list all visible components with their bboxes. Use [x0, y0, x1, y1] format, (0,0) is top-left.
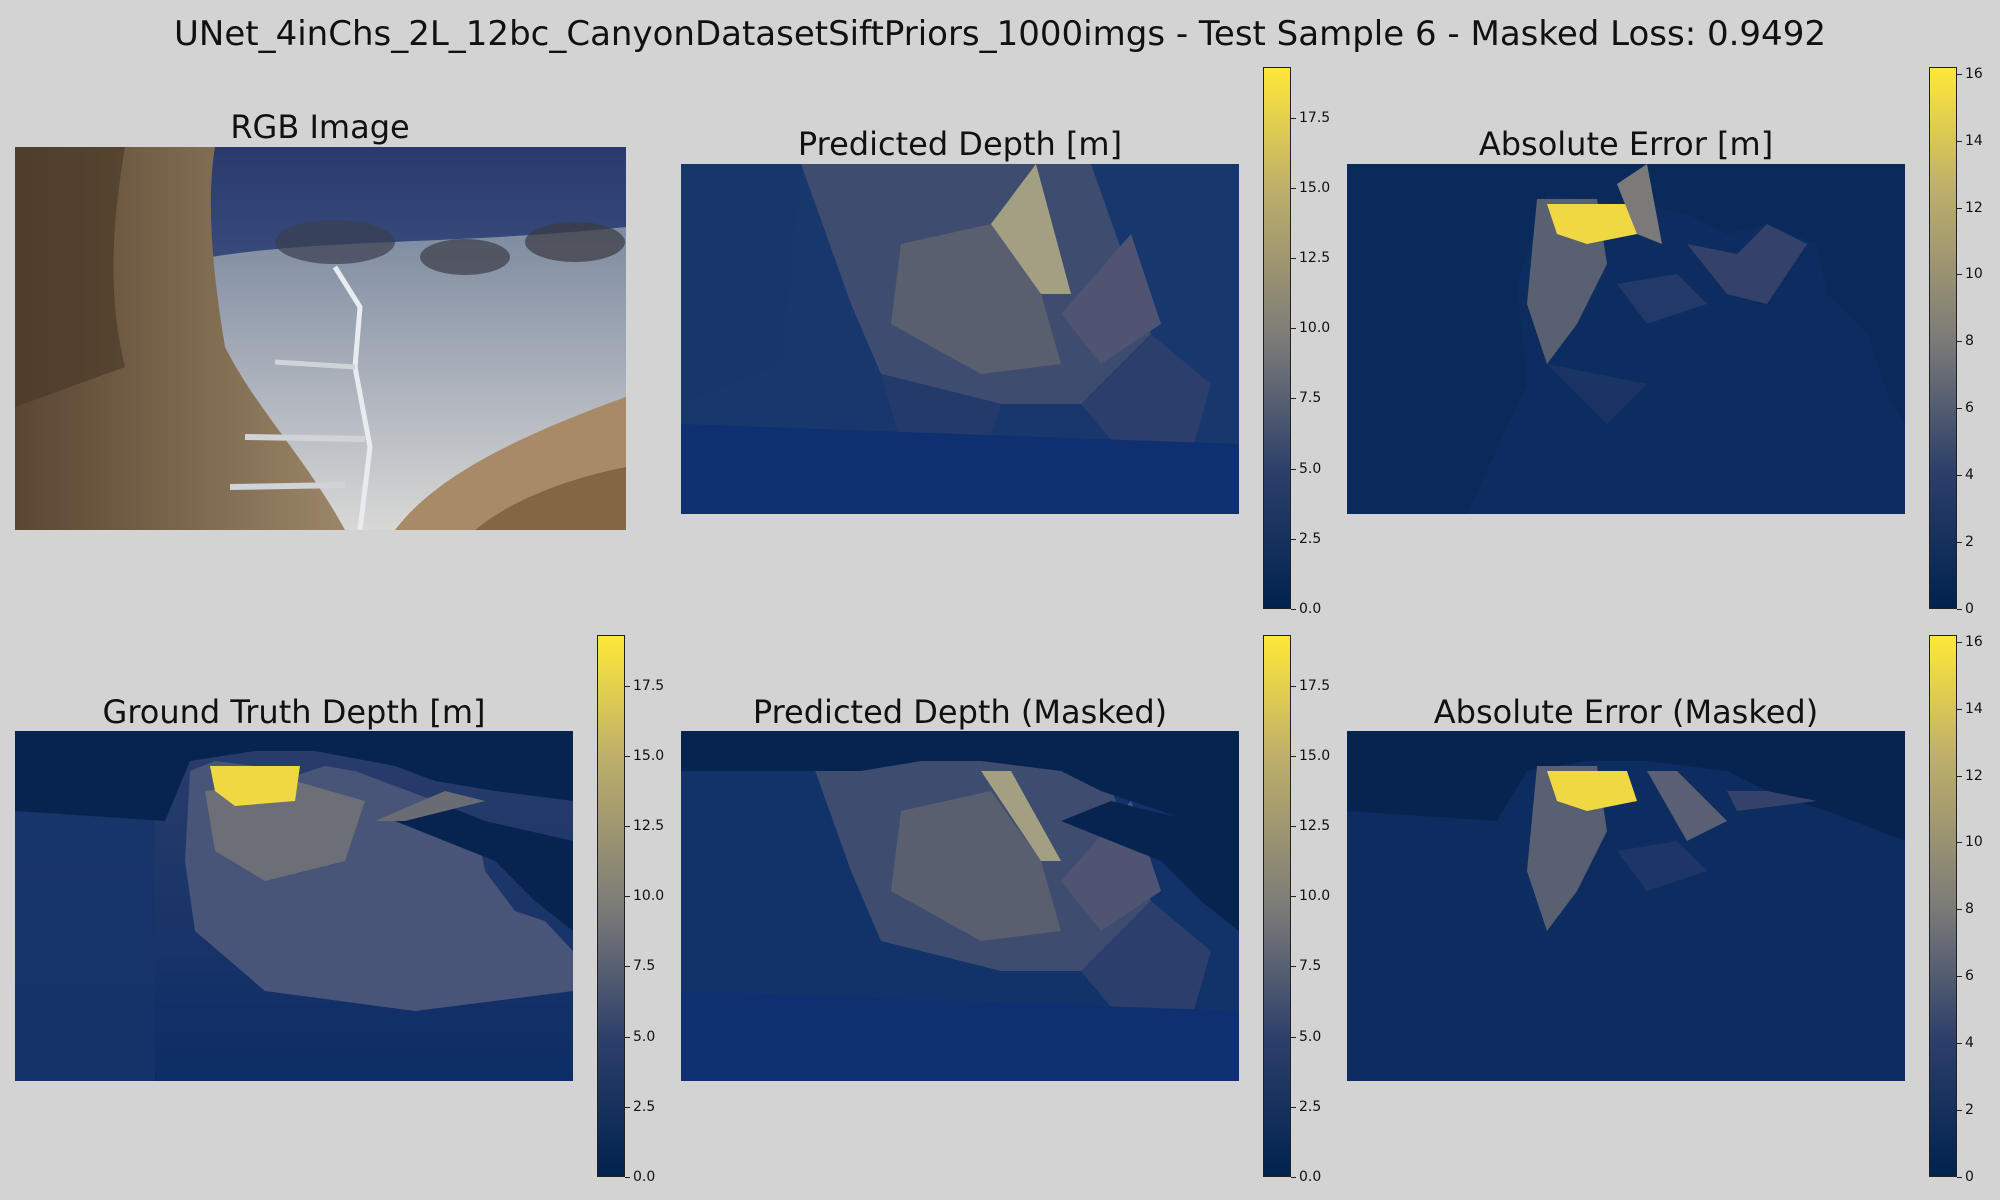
colorbar-tick-label: 14	[1957, 700, 1983, 717]
colorbar-tick-label: 0.0	[624, 1169, 656, 1185]
pred-masked-map	[681, 731, 1239, 1081]
colorbar-tick-label: 17.5	[1290, 109, 1331, 126]
colorbar-tick-label: 0	[1957, 601, 1974, 617]
abs-err-masked-map	[1347, 731, 1905, 1081]
colorbar-tick-label: 4	[1957, 1035, 1974, 1052]
colorbar-tick-label: 6	[1957, 400, 1974, 417]
colorbar-tick-label: 5.0	[624, 1028, 656, 1045]
colorbar-tick-label: 0	[1957, 1169, 1974, 1185]
gt-colorbar	[597, 635, 625, 1177]
rgb-image	[15, 147, 626, 530]
colorbar-tick-label: 10.0	[1290, 888, 1331, 905]
colorbar-tick-label: 16	[1957, 65, 1983, 82]
colorbar-tick-label: 5.0	[1290, 460, 1322, 477]
colorbar-tick-label: 4	[1957, 467, 1974, 484]
colorbar-tick-label: 15.0	[624, 747, 665, 764]
pred-masked-colorbar	[1263, 635, 1291, 1177]
colorbar-tick-label: 2.5	[1290, 1098, 1322, 1115]
colorbar-tick-label: 0.0	[1290, 1169, 1322, 1185]
colorbar-tick-label: 5.0	[1290, 1028, 1322, 1045]
colorbar-tick-label: 10	[1957, 266, 1983, 283]
colorbar-tick-label: 2	[1957, 1102, 1974, 1119]
colorbar-tick-label: 2.5	[1290, 530, 1322, 547]
colorbar-tick-label: 10.0	[1290, 320, 1331, 337]
pred-depth-map	[681, 164, 1239, 514]
pred-masked-panel-title: Predicted Depth (Masked)	[752, 693, 1168, 731]
colorbar-tick-label: 15.0	[1290, 747, 1331, 764]
colorbar-tick-label: 7.5	[624, 958, 656, 975]
abs-err-masked-colorbar-ticks: 0 2 4 6 8 10 12 14 16	[1957, 633, 2000, 1185]
abs-err-colorbar	[1929, 67, 1957, 609]
colorbar-tick-label: 8	[1957, 901, 1974, 918]
colorbar-tick-label: 16	[1957, 633, 1983, 650]
abs-err-panel-title: Absolute Error [m]	[1478, 125, 1774, 163]
colorbar-tick-label: 2.5	[624, 1098, 656, 1115]
colorbar-tick-label: 7.5	[1290, 390, 1322, 407]
pred-colorbar	[1263, 67, 1291, 609]
abs-err-masked-panel-title: Absolute Error (Masked)	[1433, 693, 1819, 731]
colorbar-tick-label: 17.5	[624, 677, 665, 694]
pred-panel-title: Predicted Depth [m]	[797, 125, 1123, 163]
rgb-panel-title: RGB Image	[230, 108, 410, 146]
colorbar-tick-label: 17.5	[1290, 677, 1331, 694]
colorbar-tick-label: 12	[1957, 767, 1983, 784]
colorbar-tick-label: 2	[1957, 534, 1974, 551]
colorbar-tick-label: 15.0	[1290, 179, 1331, 196]
abs-err-masked-colorbar	[1929, 635, 1957, 1177]
colorbar-tick-label: 7.5	[1290, 958, 1322, 975]
colorbar-tick-label: 0.0	[1290, 601, 1322, 617]
colorbar-tick-label: 12.5	[1290, 817, 1331, 834]
abs-err-colorbar-ticks: 0 2 4 6 8 10 12 14 16	[1957, 65, 2000, 617]
colorbar-tick-label: 10	[1957, 834, 1983, 851]
colorbar-tick-label: 12.5	[1290, 249, 1331, 266]
colorbar-tick-label: 8	[1957, 333, 1974, 350]
colorbar-tick-label: 12	[1957, 199, 1983, 216]
colorbar-tick-label: 12.5	[624, 817, 665, 834]
colorbar-tick-label: 14	[1957, 132, 1983, 149]
colorbar-tick-label: 6	[1957, 968, 1974, 985]
gt-panel-title: Ground Truth Depth [m]	[102, 693, 486, 731]
colorbar-tick-label: 10.0	[624, 888, 665, 905]
figure-title: UNet_4inChs_2L_12bc_CanyonDatasetSiftPri…	[174, 14, 1826, 54]
abs-err-map	[1347, 164, 1905, 514]
gt-depth-map	[15, 731, 573, 1081]
